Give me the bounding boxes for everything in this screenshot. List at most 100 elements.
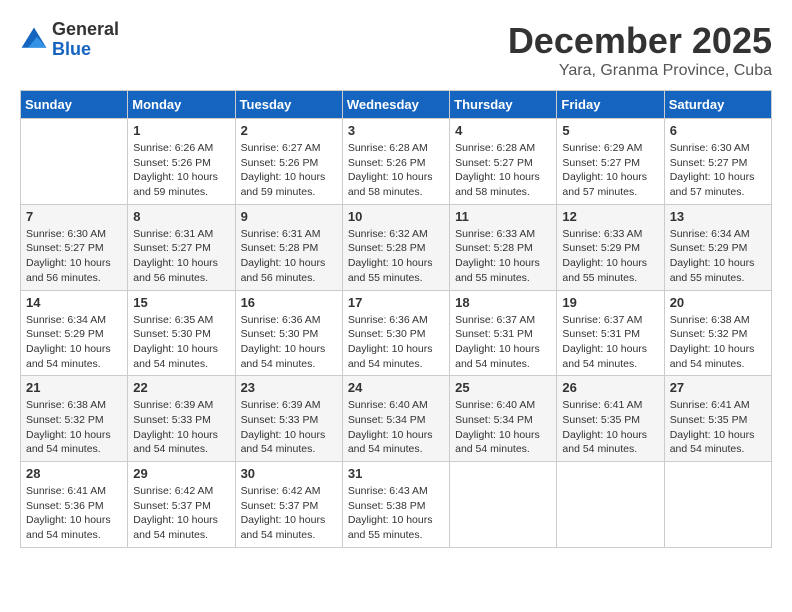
calendar-cell: 22 Sunrise: 6:39 AMSunset: 5:33 PMDayligh… bbox=[128, 376, 235, 462]
cell-date: 16 bbox=[241, 295, 337, 310]
calendar-cell: 29 Sunrise: 6:42 AMSunset: 5:37 PMDayligh… bbox=[128, 462, 235, 548]
cell-date: 26 bbox=[562, 380, 658, 395]
cell-info: Sunrise: 6:29 AMSunset: 5:27 PMDaylight:… bbox=[562, 141, 658, 200]
cell-info: Sunrise: 6:39 AMSunset: 5:33 PMDaylight:… bbox=[133, 398, 229, 457]
calendar-cell: 16 Sunrise: 6:36 AMSunset: 5:30 PMDayligh… bbox=[235, 290, 342, 376]
cell-date: 19 bbox=[562, 295, 658, 310]
calendar-cell: 12Sunrise: 6:33 AMSunset: 5:29 PMDayligh… bbox=[557, 204, 664, 290]
cell-info: Sunrise: 6:36 AMSunset: 5:30 PMDaylight:… bbox=[348, 313, 444, 372]
cell-info: Sunrise: 6:26 AMSunset: 5:26 PMDaylight:… bbox=[133, 141, 229, 200]
cell-date: 18 bbox=[455, 295, 551, 310]
day-header-thursday: Thursday bbox=[450, 91, 557, 119]
cell-date: 12 bbox=[562, 209, 658, 224]
calendar-cell: 13Sunrise: 6:34 AMSunset: 5:29 PMDayligh… bbox=[664, 204, 771, 290]
calendar-cell: 26Sunrise: 6:41 AMSunset: 5:35 PMDayligh… bbox=[557, 376, 664, 462]
cell-info: Sunrise: 6:33 AMSunset: 5:28 PMDaylight:… bbox=[455, 227, 551, 286]
cell-date: 17 bbox=[348, 295, 444, 310]
calendar-cell: 28 Sunrise: 6:41 AMSunset: 5:36 PMDayligh… bbox=[21, 462, 128, 548]
calendar-cell: 6 Sunrise: 6:30 AMSunset: 5:27 PMDaylight… bbox=[664, 119, 771, 205]
cell-date: 2 bbox=[241, 123, 337, 138]
cell-date: 21 bbox=[26, 380, 122, 395]
calendar-week-row: 28 Sunrise: 6:41 AMSunset: 5:36 PMDayligh… bbox=[21, 462, 772, 548]
calendar-week-row: 7 Sunrise: 6:30 AMSunset: 5:27 PMDaylight… bbox=[21, 204, 772, 290]
logo-line2: Blue bbox=[52, 40, 119, 60]
cell-date: 24 bbox=[348, 380, 444, 395]
cell-date: 22 bbox=[133, 380, 229, 395]
cell-info: Sunrise: 6:36 AMSunset: 5:30 PMDaylight:… bbox=[241, 313, 337, 372]
cell-info: Sunrise: 6:38 AMSunset: 5:32 PMDaylight:… bbox=[26, 398, 122, 457]
calendar-cell: 5 Sunrise: 6:29 AMSunset: 5:27 PMDaylight… bbox=[557, 119, 664, 205]
cell-info: Sunrise: 6:30 AMSunset: 5:27 PMDaylight:… bbox=[670, 141, 766, 200]
calendar-cell: 20 Sunrise: 6:38 AMSunset: 5:32 PMDayligh… bbox=[664, 290, 771, 376]
cell-date: 14 bbox=[26, 295, 122, 310]
cell-info: Sunrise: 6:41 AMSunset: 5:35 PMDaylight:… bbox=[670, 398, 766, 457]
cell-date: 6 bbox=[670, 123, 766, 138]
cell-date: 29 bbox=[133, 466, 229, 481]
calendar-cell: 18 Sunrise: 6:37 AMSunset: 5:31 PMDayligh… bbox=[450, 290, 557, 376]
day-header-saturday: Saturday bbox=[664, 91, 771, 119]
calendar-cell: 10 Sunrise: 6:32 AMSunset: 5:28 PMDayligh… bbox=[342, 204, 449, 290]
calendar-cell: 27Sunrise: 6:41 AMSunset: 5:35 PMDayligh… bbox=[664, 376, 771, 462]
cell-date: 25 bbox=[455, 380, 551, 395]
cell-info: Sunrise: 6:38 AMSunset: 5:32 PMDaylight:… bbox=[670, 313, 766, 372]
cell-info: Sunrise: 6:34 AMSunset: 5:29 PMDaylight:… bbox=[26, 313, 122, 372]
calendar-cell: 19Sunrise: 6:37 AMSunset: 5:31 PMDayligh… bbox=[557, 290, 664, 376]
calendar-cell bbox=[450, 462, 557, 548]
cell-info: Sunrise: 6:31 AMSunset: 5:27 PMDaylight:… bbox=[133, 227, 229, 286]
logo-text: General Blue bbox=[52, 20, 119, 60]
cell-info: Sunrise: 6:30 AMSunset: 5:27 PMDaylight:… bbox=[26, 227, 122, 286]
cell-info: Sunrise: 6:31 AMSunset: 5:28 PMDaylight:… bbox=[241, 227, 337, 286]
calendar-cell: 17 Sunrise: 6:36 AMSunset: 5:30 PMDayligh… bbox=[342, 290, 449, 376]
cell-date: 4 bbox=[455, 123, 551, 138]
calendar-cell bbox=[664, 462, 771, 548]
calendar-week-row: 1 Sunrise: 6:26 AMSunset: 5:26 PMDaylight… bbox=[21, 119, 772, 205]
page-header: General Blue December 2025 Yara, Granma … bbox=[20, 20, 772, 80]
calendar-cell: 8Sunrise: 6:31 AMSunset: 5:27 PMDaylight… bbox=[128, 204, 235, 290]
cell-info: Sunrise: 6:28 AMSunset: 5:27 PMDaylight:… bbox=[455, 141, 551, 200]
day-header-monday: Monday bbox=[128, 91, 235, 119]
day-header-wednesday: Wednesday bbox=[342, 91, 449, 119]
cell-date: 20 bbox=[670, 295, 766, 310]
cell-info: Sunrise: 6:27 AMSunset: 5:26 PMDaylight:… bbox=[241, 141, 337, 200]
cell-info: Sunrise: 6:41 AMSunset: 5:36 PMDaylight:… bbox=[26, 484, 122, 543]
calendar-cell: 30 Sunrise: 6:42 AMSunset: 5:37 PMDayligh… bbox=[235, 462, 342, 548]
cell-date: 5 bbox=[562, 123, 658, 138]
cell-date: 1 bbox=[133, 123, 229, 138]
calendar-cell: 23 Sunrise: 6:39 AMSunset: 5:33 PMDayligh… bbox=[235, 376, 342, 462]
cell-info: Sunrise: 6:40 AMSunset: 5:34 PMDaylight:… bbox=[455, 398, 551, 457]
cell-info: Sunrise: 6:32 AMSunset: 5:28 PMDaylight:… bbox=[348, 227, 444, 286]
calendar-header-row: SundayMondayTuesdayWednesdayThursdayFrid… bbox=[21, 91, 772, 119]
month-title: December 2025 bbox=[508, 20, 772, 62]
calendar-cell: 1 Sunrise: 6:26 AMSunset: 5:26 PMDaylight… bbox=[128, 119, 235, 205]
day-header-sunday: Sunday bbox=[21, 91, 128, 119]
location-title: Yara, Granma Province, Cuba bbox=[508, 62, 772, 80]
cell-date: 23 bbox=[241, 380, 337, 395]
calendar-cell: 25 Sunrise: 6:40 AMSunset: 5:34 PMDayligh… bbox=[450, 376, 557, 462]
calendar-cell: 2 Sunrise: 6:27 AMSunset: 5:26 PMDaylight… bbox=[235, 119, 342, 205]
calendar-cell bbox=[557, 462, 664, 548]
calendar-table: SundayMondayTuesdayWednesdayThursdayFrid… bbox=[20, 90, 772, 548]
cell-date: 7 bbox=[26, 209, 122, 224]
cell-date: 10 bbox=[348, 209, 444, 224]
calendar-cell: 7 Sunrise: 6:30 AMSunset: 5:27 PMDaylight… bbox=[21, 204, 128, 290]
day-header-tuesday: Tuesday bbox=[235, 91, 342, 119]
logo-line1: General bbox=[52, 20, 119, 40]
cell-date: 13 bbox=[670, 209, 766, 224]
cell-info: Sunrise: 6:42 AMSunset: 5:37 PMDaylight:… bbox=[133, 484, 229, 543]
cell-info: Sunrise: 6:42 AMSunset: 5:37 PMDaylight:… bbox=[241, 484, 337, 543]
calendar-cell: 14 Sunrise: 6:34 AMSunset: 5:29 PMDayligh… bbox=[21, 290, 128, 376]
cell-info: Sunrise: 6:37 AMSunset: 5:31 PMDaylight:… bbox=[455, 313, 551, 372]
cell-date: 28 bbox=[26, 466, 122, 481]
cell-date: 31 bbox=[348, 466, 444, 481]
cell-date: 15 bbox=[133, 295, 229, 310]
calendar-cell: 15 Sunrise: 6:35 AMSunset: 5:30 PMDayligh… bbox=[128, 290, 235, 376]
calendar-cell: 3Sunrise: 6:28 AMSunset: 5:26 PMDaylight… bbox=[342, 119, 449, 205]
cell-info: Sunrise: 6:39 AMSunset: 5:33 PMDaylight:… bbox=[241, 398, 337, 457]
calendar-cell: 24Sunrise: 6:40 AMSunset: 5:34 PMDayligh… bbox=[342, 376, 449, 462]
cell-date: 3 bbox=[348, 123, 444, 138]
cell-info: Sunrise: 6:35 AMSunset: 5:30 PMDaylight:… bbox=[133, 313, 229, 372]
cell-date: 9 bbox=[241, 209, 337, 224]
cell-date: 30 bbox=[241, 466, 337, 481]
calendar-cell: 31Sunrise: 6:43 AMSunset: 5:38 PMDayligh… bbox=[342, 462, 449, 548]
calendar-cell: 4 Sunrise: 6:28 AMSunset: 5:27 PMDaylight… bbox=[450, 119, 557, 205]
